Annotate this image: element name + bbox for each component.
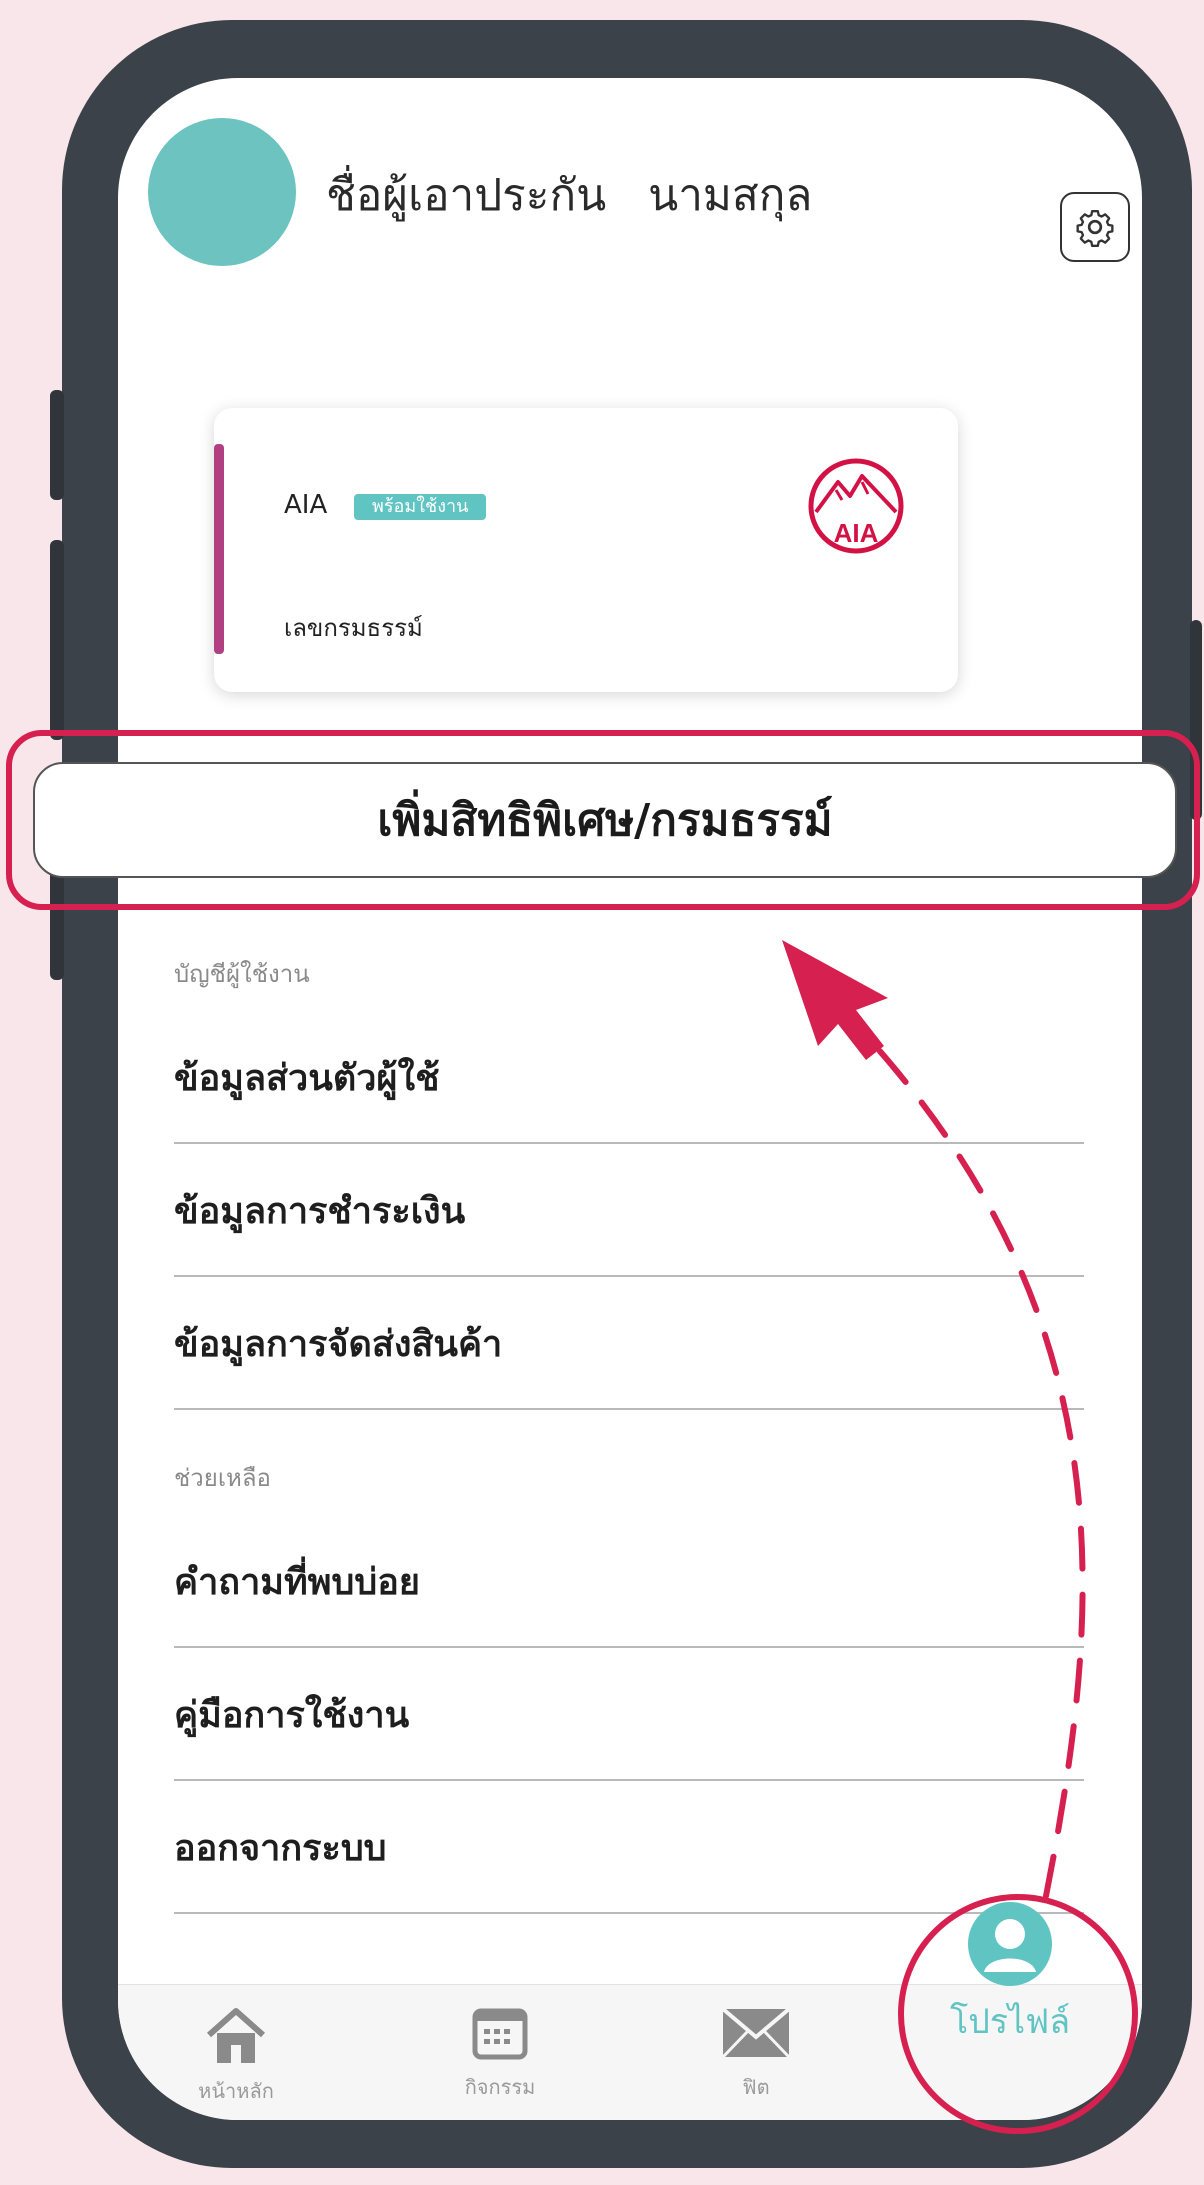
menu-item-label: คำถามที่พบบ่อย — [174, 1561, 420, 1603]
nav-activity-label: กิจกรรม — [464, 2075, 536, 2099]
nav-inbox[interactable]: ฟิต — [676, 2005, 836, 2115]
aia-logo: AIA — [808, 458, 904, 554]
menu-item-label: คู่มือการใช้งาน — [174, 1694, 410, 1736]
calendar-icon — [472, 2008, 528, 2060]
user-name: ชื่อผู้เอาประกัน นามสกุล — [326, 170, 813, 221]
menu-item-logout[interactable]: ออกจากระบบ — [174, 1782, 1084, 1914]
menu-item-label: ข้อมูลการชำระเงิน — [174, 1190, 466, 1232]
profile-header: ชื่อผู้เอาประกัน นามสกุล — [148, 118, 1130, 268]
avatar[interactable] — [148, 118, 296, 266]
app-screen: ชื่อผู้เอาประกัน นามสกุล AIA พร้อมใช้งาน… — [118, 78, 1142, 2120]
phone-side-button — [50, 540, 64, 740]
menu-item-label: ออกจากระบบ — [174, 1827, 387, 1869]
card-accent-bar — [214, 444, 224, 654]
add-privilege-policy-button[interactable]: เพิ่มสิทธิพิเศษ/กรมธรรม์ — [33, 762, 1177, 878]
menu-item-faq[interactable]: คำถามที่พบบ่อย — [174, 1516, 1084, 1648]
gear-icon — [1076, 210, 1114, 247]
mail-icon — [721, 2007, 791, 2059]
profile-highlight-ring — [898, 1894, 1138, 2134]
logo-text: AIA — [834, 518, 879, 548]
section-header-help: ช่วยเหลือ — [174, 1464, 271, 1492]
settings-button[interactable] — [1060, 192, 1130, 262]
menu-item-label: ข้อมูลการจัดส่งสินค้า — [174, 1323, 503, 1365]
nav-home[interactable]: หน้าหลัก — [156, 2005, 316, 2115]
policy-number-label: เลขกรมธรรม์ — [284, 614, 423, 642]
status-badge: พร้อมใช้งาน — [354, 494, 487, 520]
section-header-account: บัญชีผู้ใช้งาน — [174, 960, 310, 988]
phone-side-button — [50, 390, 64, 500]
menu-item-shipping-info[interactable]: ข้อมูลการจัดส่งสินค้า — [174, 1278, 1084, 1410]
menu-item-label: ข้อมูลส่วนตัวผู้ใช้ — [174, 1057, 440, 1099]
menu-item-payment-info[interactable]: ข้อมูลการชำระเงิน — [174, 1145, 1084, 1277]
nav-home-label: หน้าหลัก — [198, 2079, 274, 2103]
home-icon — [207, 2008, 265, 2063]
nav-activity[interactable]: กิจกรรม — [420, 2005, 580, 2115]
card-brand: AIA — [284, 490, 328, 520]
menu-item-user-guide[interactable]: คู่มือการใช้งาน — [174, 1649, 1084, 1781]
nav-inbox-label: ฟิต — [742, 2075, 770, 2099]
menu-item-personal-info[interactable]: ข้อมูลส่วนตัวผู้ใช้ — [174, 1012, 1084, 1144]
policy-card[interactable]: AIA พร้อมใช้งาน เลขกรมธรรม์ AIA — [214, 408, 958, 692]
